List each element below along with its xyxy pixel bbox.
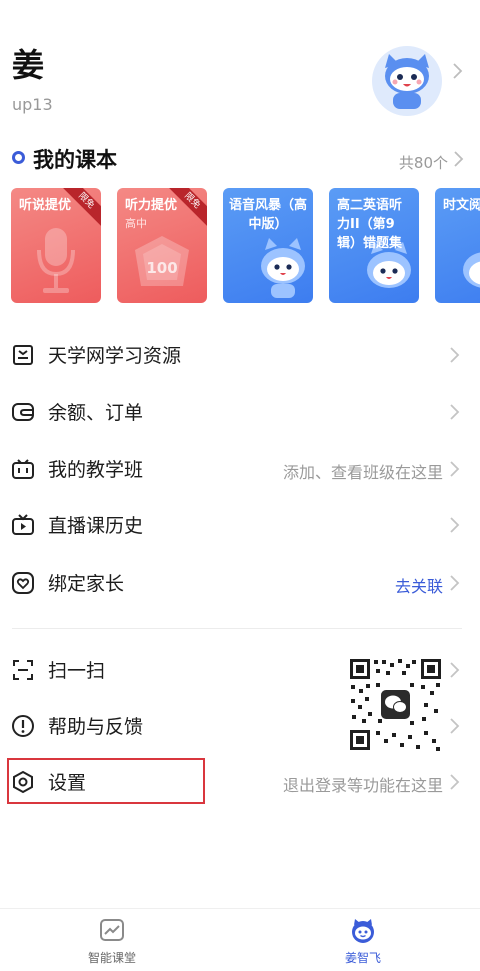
chevron-right-icon bbox=[449, 403, 460, 421]
menu-item-live[interactable]: 直播课历史 bbox=[0, 500, 480, 550]
chevron-right-icon bbox=[449, 346, 460, 364]
textbook-title: 高二英语听力II（第9辑）错题集 bbox=[337, 198, 403, 251]
menu-label: 帮助与反馈 bbox=[48, 716, 144, 738]
tab-smart-classroom[interactable]: 智能课堂 bbox=[52, 917, 172, 966]
wechat-qr-code[interactable] bbox=[348, 657, 443, 752]
chevron-right-icon bbox=[449, 773, 460, 791]
menu-item-parent[interactable]: 绑定家长 去关联 bbox=[0, 558, 480, 608]
heart-icon bbox=[12, 572, 34, 594]
textbook-card[interactable]: 高二英语听力II（第9辑）错题集 bbox=[329, 188, 419, 303]
user-name: 姜 bbox=[12, 46, 45, 84]
tv-play-icon bbox=[12, 514, 34, 535]
textbook-card[interactable]: 语音风暴（高中版） bbox=[223, 188, 313, 303]
menu-label: 绑定家长 bbox=[48, 573, 125, 595]
bottom-tab-bar: 智能课堂 姜智飞 bbox=[0, 908, 480, 971]
chevron-right-icon bbox=[449, 574, 460, 592]
menu-label: 天学网学习资源 bbox=[48, 345, 182, 367]
menu-label: 扫一扫 bbox=[48, 660, 106, 682]
textbook-card[interactable]: 听说提优 限免 bbox=[11, 188, 101, 303]
textbook-count: 共80个 bbox=[398, 154, 448, 172]
score-label: 100 bbox=[146, 259, 178, 277]
textbook-title: 语音风暴（高中版） bbox=[228, 198, 307, 232]
avatar[interactable] bbox=[367, 46, 447, 116]
textbook-carousel[interactable]: 听说提优 限免 听力提优 高中 100 限免 语音风暴（高中版） 高二英语听力I… bbox=[0, 185, 480, 305]
textbook-subtitle: 高中 bbox=[125, 217, 147, 230]
chevron-right-icon bbox=[449, 460, 460, 478]
textbooks-header[interactable]: 我的课本 共80个 bbox=[10, 142, 470, 176]
link-parent-button[interactable]: 去关联 bbox=[395, 573, 443, 597]
wallet-icon bbox=[12, 403, 34, 421]
chevron-right-icon bbox=[453, 150, 464, 168]
chart-icon bbox=[100, 919, 124, 941]
mascot-icon bbox=[352, 919, 374, 943]
chevron-right-icon bbox=[452, 62, 463, 80]
menu-item-classes[interactable]: 我的教学班 添加、查看班级在这里 bbox=[0, 444, 480, 494]
textbook-card[interactable]: 听力提优 高中 100 限免 bbox=[117, 188, 207, 303]
scan-icon bbox=[13, 660, 33, 680]
class-icon bbox=[12, 459, 34, 479]
section-title: 我的课本 bbox=[33, 148, 117, 172]
user-id: up13 bbox=[12, 95, 53, 114]
menu-hint: 添加、查看班级在这里 bbox=[282, 463, 443, 482]
menu-label: 余额、订单 bbox=[48, 402, 144, 424]
profile-header[interactable]: 姜 up13 bbox=[0, 0, 480, 130]
section-dot-icon bbox=[12, 151, 25, 164]
chevron-right-icon bbox=[449, 516, 460, 534]
tab-label: 智能课堂 bbox=[87, 951, 136, 965]
tab-label: 姜智飞 bbox=[344, 951, 381, 965]
menu-label: 直播课历史 bbox=[48, 515, 144, 537]
smile-box-icon bbox=[13, 345, 33, 365]
menu-label: 我的教学班 bbox=[48, 459, 144, 481]
textbook-card[interactable]: 时文阅 bbox=[435, 188, 480, 303]
info-icon bbox=[12, 715, 34, 737]
chevron-right-icon bbox=[449, 661, 460, 679]
divider bbox=[12, 628, 462, 629]
settings-highlight-box bbox=[7, 758, 205, 804]
chevron-right-icon bbox=[449, 717, 460, 735]
menu-hint: 退出登录等功能在这里 bbox=[282, 776, 443, 795]
tab-profile[interactable]: 姜智飞 bbox=[303, 917, 423, 966]
textbook-title: 时文阅 bbox=[443, 198, 480, 213]
menu-item-resources[interactable]: 天学网学习资源 bbox=[0, 330, 480, 380]
menu-item-orders[interactable]: 余额、订单 bbox=[0, 387, 480, 437]
